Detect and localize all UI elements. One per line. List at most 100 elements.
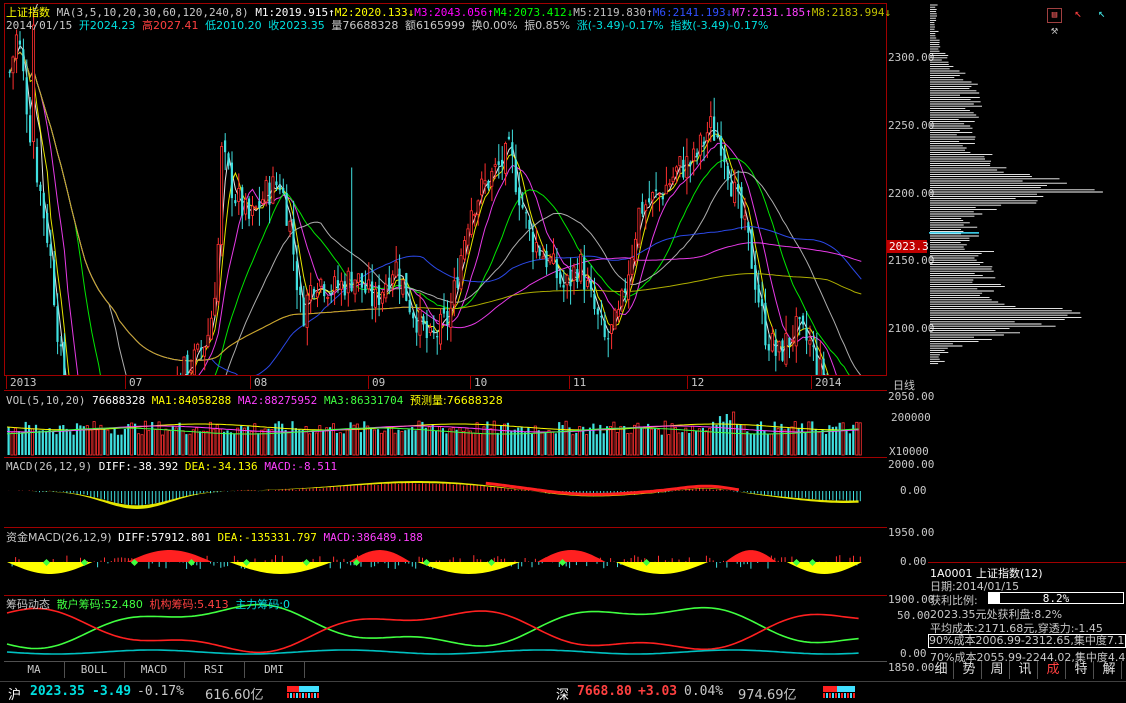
- volume-bar: [848, 433, 851, 455]
- volume-bar: [650, 428, 654, 456]
- candle-body: [675, 166, 679, 172]
- right-tab-2[interactable]: 周: [985, 661, 1010, 679]
- sh-amount: 616.60亿: [205, 688, 264, 703]
- right-tab-6[interactable]: 解: [1097, 661, 1122, 679]
- candle-body: [422, 316, 425, 325]
- fund-fill: [725, 550, 777, 562]
- candle-body: [716, 134, 719, 137]
- volume-bar: [301, 429, 304, 455]
- sh-name[interactable]: 沪: [8, 684, 21, 703]
- candle-body: [545, 250, 548, 268]
- right-tab-5[interactable]: 特: [1069, 661, 1094, 679]
- indicator-tab-dmi[interactable]: DMI: [244, 662, 305, 678]
- volume-bar: [612, 421, 616, 456]
- candle-body: [405, 273, 408, 301]
- chart-toolbar: ▤ ↖ ↖ ⚒: [1045, 6, 1126, 38]
- candle-body: [326, 296, 330, 299]
- candle-body: [551, 253, 555, 264]
- right-tab-4[interactable]: 成: [1041, 661, 1066, 679]
- macd-dea: DEA:-34.136: [184, 460, 258, 473]
- volume-bar: [544, 432, 547, 455]
- volume-bar: [370, 428, 373, 455]
- volume-bar: [858, 422, 862, 456]
- volume-bar: [684, 427, 688, 456]
- price-panel[interactable]: 2334.331849.65: [4, 3, 887, 376]
- info-volume: 量76688328: [331, 19, 399, 32]
- candle-body: [42, 193, 45, 219]
- right-tab-3[interactable]: 讯: [1013, 661, 1038, 679]
- candle-body: [562, 285, 565, 288]
- volume-bar: [667, 434, 671, 456]
- candle-body: [391, 274, 395, 284]
- period-label[interactable]: 日线: [893, 377, 915, 393]
- stats-icon[interactable]: ▤: [1047, 8, 1062, 23]
- settings-icon[interactable]: ⚒: [1047, 23, 1062, 38]
- volume-bar: [725, 414, 728, 455]
- candle-body: [200, 347, 203, 350]
- volume-bar: [756, 424, 759, 455]
- fund-title[interactable]: 资金MACD(26,12,9): [6, 531, 112, 544]
- volume-bar: [458, 427, 462, 456]
- candle-body: [373, 288, 377, 308]
- ma-value-8: M8:2183.994↓: [811, 6, 892, 19]
- macd-header: MACD(26,12,9) DIFF:-38.392 DEA:-34.136 M…: [6, 460, 337, 473]
- volume-bar: [807, 421, 811, 456]
- volume-bar: [229, 432, 232, 455]
- candle-body: [224, 140, 227, 153]
- right-tab-0[interactable]: 细: [929, 661, 954, 679]
- candle-body: [206, 334, 210, 347]
- volume-bar: [331, 423, 335, 456]
- volume-bar: [267, 428, 270, 455]
- ma-line-2: [9, 51, 829, 375]
- indicator-tab-rsi[interactable]: RSI: [184, 662, 245, 678]
- vol-title[interactable]: VOL(5,10,20): [6, 394, 85, 407]
- volume-bar: [482, 426, 486, 456]
- candle-body: [295, 261, 298, 291]
- volume-bar: [372, 429, 376, 456]
- volume-bar: [387, 427, 390, 455]
- macd-title[interactable]: MACD(26,12,9): [6, 460, 92, 473]
- candle-body: [323, 284, 326, 297]
- time-label: 2013: [6, 376, 37, 389]
- volume-bar: [715, 424, 718, 455]
- candle-body: [589, 280, 593, 290]
- volume-bar: [75, 423, 79, 455]
- info-close: 收2023.35: [268, 19, 325, 32]
- candle-body: [258, 201, 261, 209]
- volume-bar: [185, 434, 188, 455]
- sz-name[interactable]: 深: [556, 684, 569, 703]
- candle-body: [278, 184, 281, 191]
- volume-bar: [284, 429, 287, 455]
- indicator-tab-boll[interactable]: BOLL: [64, 662, 125, 678]
- volume-bar: [660, 434, 663, 455]
- volume-bar: [435, 430, 438, 455]
- draw-icon[interactable]: ↖: [1094, 6, 1109, 21]
- candle-body: [808, 339, 812, 345]
- candle-body: [774, 340, 777, 356]
- candle-body: [815, 347, 818, 375]
- fund-fill: [349, 550, 411, 562]
- candle-body: [480, 178, 484, 196]
- candlestick-chart[interactable]: 2334.331849.65: [5, 4, 886, 375]
- volume-bar: [492, 420, 496, 456]
- volume-bar: [615, 432, 619, 456]
- indicator-tab-macd[interactable]: MACD: [124, 662, 185, 678]
- candle-body: [682, 159, 685, 178]
- chip-title[interactable]: 筹码动态: [6, 598, 50, 611]
- volume-bar: [140, 434, 144, 456]
- candle-body: [641, 201, 644, 214]
- volume-bar: [127, 424, 130, 455]
- volume-bar: [215, 424, 219, 456]
- candle-body: [456, 276, 459, 288]
- candle-body: [709, 116, 713, 128]
- price-tick: 2150.00: [888, 254, 935, 268]
- indicator-tab-ma[interactable]: MA: [4, 662, 65, 678]
- right-tab-1[interactable]: 势: [957, 661, 982, 679]
- cursor-icon[interactable]: ↖: [1071, 6, 1086, 21]
- info-open: 开2024.23: [78, 19, 136, 32]
- candle-body: [46, 213, 49, 243]
- candle-body: [271, 176, 275, 204]
- volume-bar: [17, 431, 20, 455]
- candle-body: [39, 184, 42, 191]
- candle-body: [698, 134, 702, 156]
